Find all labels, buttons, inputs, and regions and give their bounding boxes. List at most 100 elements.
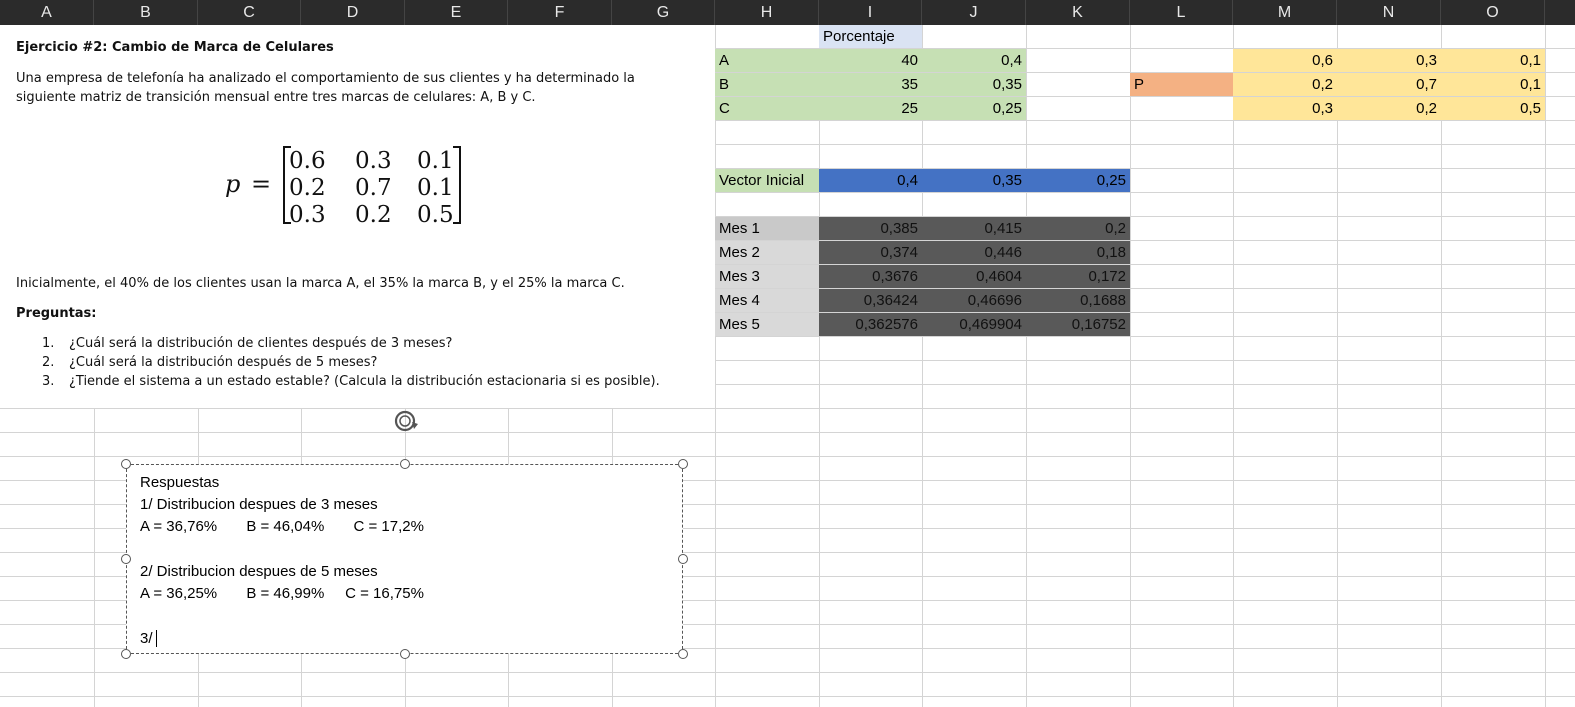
month-label-cell[interactable]: Mes 5 — [715, 313, 819, 336]
resize-handle[interactable] — [121, 459, 131, 469]
grid-row-line — [0, 408, 1575, 409]
rotate-icon[interactable] — [392, 408, 420, 436]
matrix-value: 0.1 — [417, 175, 454, 201]
column-header-e[interactable]: E — [405, 0, 508, 25]
brand-pct-cell[interactable]: 0,25 — [922, 97, 1026, 120]
p-label-cell[interactable]: P — [1130, 73, 1233, 96]
textbox-line: A = 36,25% B = 46,99% C = 16,75% — [140, 585, 424, 602]
month-label-cell[interactable]: Mes 2 — [715, 241, 819, 264]
column-header-j[interactable]: J — [922, 0, 1026, 25]
question-number: 3. — [42, 374, 55, 389]
grid-column-line — [715, 25, 716, 707]
grid-row-line — [0, 432, 1575, 433]
column-header-l[interactable]: L — [1130, 0, 1233, 25]
matrix-value: 0.5 — [417, 202, 454, 228]
brand-count-cell[interactable]: 35 — [819, 73, 922, 96]
resize-handle[interactable] — [400, 459, 410, 469]
brand-label-cell[interactable]: C — [715, 97, 819, 120]
month-label-cell[interactable]: Mes 4 — [715, 289, 819, 312]
month-value-cell[interactable]: 0,46696 — [922, 289, 1026, 312]
vector-cell[interactable]: 0,35 — [922, 169, 1026, 192]
question-text: ¿Cuál será la distribución de clientes d… — [69, 336, 453, 351]
matrix-value: 0.2 — [355, 202, 392, 228]
p-matrix-cell[interactable]: 0,2 — [1233, 73, 1337, 96]
answers-textbox[interactable]: Respuestas 1/ Distribucion despues de 3 … — [126, 464, 683, 654]
matrix-value: 0.3 — [289, 202, 326, 228]
brand-count-cell[interactable]: 40 — [819, 49, 922, 72]
column-header-n[interactable]: N — [1337, 0, 1441, 25]
vector-cell[interactable]: 0,25 — [1026, 169, 1130, 192]
question-text: ¿Tiende el sistema a un estado estable? … — [69, 374, 660, 389]
question-item: 2. ¿Cuál será la distribución después de… — [42, 353, 682, 372]
grid-column-line — [1441, 25, 1442, 707]
month-label-cell[interactable]: Mes 1 — [715, 217, 819, 240]
p-matrix-cell[interactable]: 0,5 — [1441, 97, 1545, 120]
column-header-bar: ABCDEFGHIJKLMNO — [0, 0, 1575, 25]
p-matrix-cell[interactable]: 0,1 — [1441, 49, 1545, 72]
column-header-m[interactable]: M — [1233, 0, 1337, 25]
grid-row-line — [0, 696, 1575, 697]
resize-handle[interactable] — [678, 459, 688, 469]
textbox-line: 3/ — [140, 630, 153, 647]
p-matrix-cell[interactable]: 0,2 — [1337, 97, 1441, 120]
grid-column-line — [922, 25, 923, 707]
month-value-cell[interactable]: 0,3676 — [819, 265, 922, 288]
textbox-line: 2/ Distribucion despues de 5 meses — [140, 563, 378, 580]
month-value-cell[interactable]: 0,374 — [819, 241, 922, 264]
questions-list: 1. ¿Cuál será la distribución de cliente… — [42, 334, 682, 391]
column-header-f[interactable]: F — [508, 0, 612, 25]
month-value-cell[interactable]: 0,4604 — [922, 265, 1026, 288]
month-label-cell[interactable]: Mes 3 — [715, 265, 819, 288]
month-value-cell[interactable]: 0,362576 — [819, 313, 922, 336]
p-matrix-cell[interactable]: 0,3 — [1337, 49, 1441, 72]
porcentaje-header-cell[interactable]: Porcentaje — [819, 25, 922, 48]
month-value-cell[interactable]: 0,16752 — [1026, 313, 1130, 336]
month-value-cell[interactable]: 0,1688 — [1026, 289, 1130, 312]
question-item: 1. ¿Cuál será la distribución de cliente… — [42, 334, 682, 353]
column-header-a[interactable]: A — [0, 0, 94, 25]
textbox-line: A = 36,76% B = 46,04% C = 17,2% — [140, 518, 424, 535]
resize-handle[interactable] — [121, 649, 131, 659]
resize-handle[interactable] — [678, 554, 688, 564]
column-header-c[interactable]: C — [198, 0, 301, 25]
month-value-cell[interactable]: 0,446 — [922, 241, 1026, 264]
p-matrix-cell[interactable]: 0,7 — [1337, 73, 1441, 96]
month-value-cell[interactable]: 0,36424 — [819, 289, 922, 312]
column-header-g[interactable]: G — [612, 0, 715, 25]
brand-pct-cell[interactable]: 0,35 — [922, 73, 1026, 96]
column-header-h[interactable]: H — [715, 0, 819, 25]
exercise-intro: Una empresa de telefonía ha analizado el… — [16, 71, 635, 105]
month-value-cell[interactable]: 0,18 — [1026, 241, 1130, 264]
grid-column-line — [1130, 25, 1131, 707]
brand-count-cell[interactable]: 25 — [819, 97, 922, 120]
question-number: 2. — [42, 355, 55, 370]
p-matrix-cell[interactable]: 0,3 — [1233, 97, 1337, 120]
matrix-value: 0.6 — [289, 148, 326, 174]
p-matrix-cell[interactable]: 0,1 — [1441, 73, 1545, 96]
month-value-cell[interactable]: 0,172 — [1026, 265, 1130, 288]
resize-handle[interactable] — [678, 649, 688, 659]
vector-cell[interactable]: 0,4 — [819, 169, 922, 192]
p-matrix-cell[interactable]: 0,6 — [1233, 49, 1337, 72]
question-number: 1. — [42, 336, 55, 351]
matrix-value: 0.1 — [417, 148, 454, 174]
column-header-o[interactable]: O — [1441, 0, 1545, 25]
resize-handle[interactable] — [400, 649, 410, 659]
column-header-b[interactable]: B — [94, 0, 198, 25]
exercise-initial-text: Inicialmente, el 40% de los clientes usa… — [16, 276, 625, 291]
resize-handle[interactable] — [121, 554, 131, 564]
month-value-cell[interactable]: 0,385 — [819, 217, 922, 240]
month-value-cell[interactable]: 0,2 — [1026, 217, 1130, 240]
brand-label-cell[interactable]: A — [715, 49, 819, 72]
month-value-cell[interactable]: 0,469904 — [922, 313, 1026, 336]
column-header-d[interactable]: D — [301, 0, 405, 25]
matrix-value: 0.3 — [355, 148, 392, 174]
brand-label-cell[interactable]: B — [715, 73, 819, 96]
column-header-k[interactable]: K — [1026, 0, 1130, 25]
exercise-title: Ejercicio #2: Cambio de Marca de Celular… — [16, 40, 334, 55]
vector-label-cell[interactable]: Vector Inicial — [715, 169, 819, 192]
grid-column-line — [1026, 25, 1027, 707]
month-value-cell[interactable]: 0,415 — [922, 217, 1026, 240]
brand-pct-cell[interactable]: 0,4 — [922, 49, 1026, 72]
column-header-i[interactable]: I — [819, 0, 922, 25]
